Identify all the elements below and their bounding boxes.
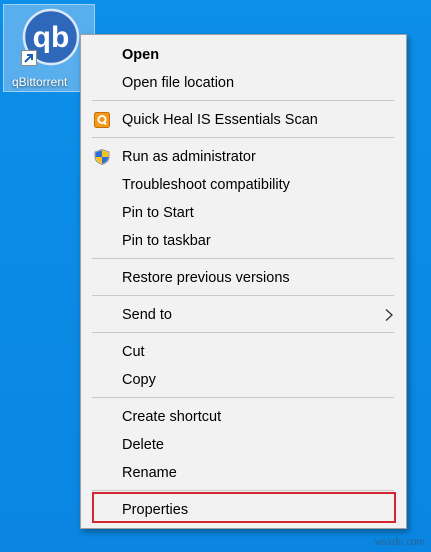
menu-item-label: Quick Heal IS Essentials Scan xyxy=(122,112,318,128)
menu-item-label: Rename xyxy=(122,465,177,481)
uac-shield-icon xyxy=(94,149,110,165)
menu-item-label: Send to xyxy=(122,307,172,323)
menu-item-copy[interactable]: Copy xyxy=(81,366,406,394)
menu-item-rename[interactable]: Rename xyxy=(81,459,406,487)
menu-separator xyxy=(92,137,394,138)
menu-separator xyxy=(92,100,394,101)
menu-item-create-shortcut[interactable]: Create shortcut xyxy=(81,403,406,431)
menu-item-quick-heal-scan[interactable]: Quick Heal IS Essentials Scan xyxy=(81,106,406,134)
context-menu: Open Open file location Quick Heal IS Es… xyxy=(80,34,407,529)
chevron-right-icon xyxy=(382,308,396,322)
menu-item-pin-to-start[interactable]: Pin to Start xyxy=(81,199,406,227)
menu-item-restore-previous-versions[interactable]: Restore previous versions xyxy=(81,264,406,292)
quick-heal-icon xyxy=(94,112,110,128)
menu-item-cut[interactable]: Cut xyxy=(81,338,406,366)
menu-item-label: Delete xyxy=(122,437,164,453)
menu-item-label: Cut xyxy=(122,344,145,360)
menu-item-troubleshoot-compatibility[interactable]: Troubleshoot compatibility xyxy=(81,171,406,199)
menu-separator xyxy=(92,490,394,491)
menu-item-label: Open file location xyxy=(122,75,235,91)
menu-separator xyxy=(92,258,394,259)
desktop: qb qBittorrent Open Open file location Q… xyxy=(0,0,431,552)
menu-item-pin-to-taskbar[interactable]: Pin to taskbar xyxy=(81,227,406,255)
menu-item-run-as-administrator[interactable]: Run as administrator xyxy=(81,143,406,171)
menu-item-label: Pin to Start xyxy=(122,205,194,221)
menu-item-label: Restore previous versions xyxy=(122,270,290,286)
shortcut-arrow-icon xyxy=(21,50,37,66)
menu-separator xyxy=(92,295,394,296)
menu-item-label: Open xyxy=(122,47,160,63)
menu-item-delete[interactable]: Delete xyxy=(81,431,406,459)
watermark: wsxdn.com xyxy=(374,537,425,548)
menu-separator xyxy=(92,332,394,333)
menu-item-label: Troubleshoot compatibility xyxy=(122,177,290,193)
menu-item-open[interactable]: Open xyxy=(81,41,406,69)
menu-item-label: Pin to taskbar xyxy=(122,233,211,249)
menu-item-open-file-location[interactable]: Open file location xyxy=(81,69,406,97)
menu-item-send-to[interactable]: Send to xyxy=(81,301,406,329)
svg-text:qb: qb xyxy=(33,21,70,54)
menu-separator xyxy=(92,397,394,398)
menu-item-label: Run as administrator xyxy=(122,149,256,165)
menu-item-label: Create shortcut xyxy=(122,409,222,425)
menu-item-label: Copy xyxy=(122,372,156,388)
properties-highlight-box xyxy=(92,492,396,523)
desktop-icon-label: qBittorrent xyxy=(12,75,68,89)
